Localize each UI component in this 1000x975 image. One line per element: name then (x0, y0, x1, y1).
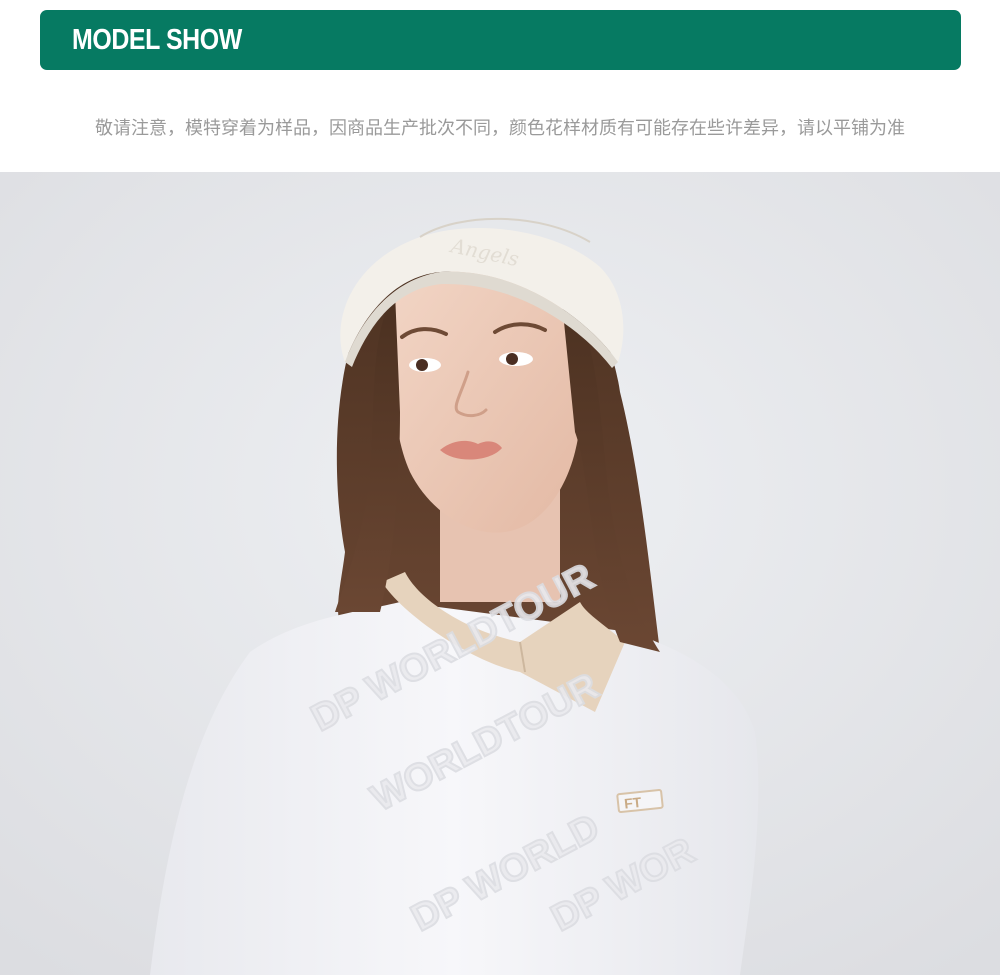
section-header: MODEL SHOW (40, 10, 961, 70)
model-photo: DP WORLDTOUR WORLDTOUR DP WORLD DP WOR F… (0, 172, 1000, 975)
svg-text:FT: FT (623, 794, 642, 812)
notice-text: 敬请注意，模特穿着为样品，因商品生产批次不同，颜色花样材质有可能存在些许差异，请… (95, 118, 905, 139)
section-title: MODEL SHOW (72, 23, 242, 56)
